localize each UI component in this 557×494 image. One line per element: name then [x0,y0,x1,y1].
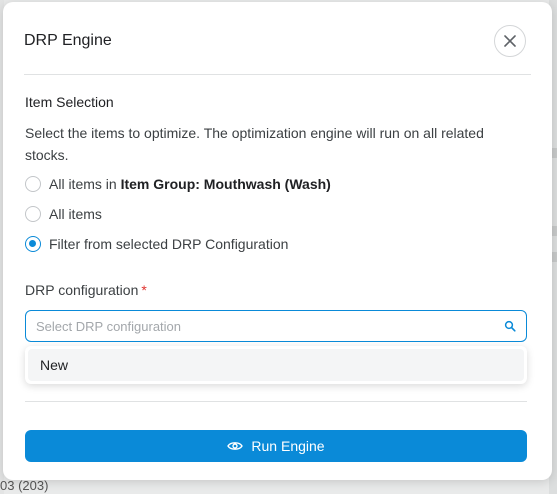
drp-configuration-dropdown: New [25,346,527,384]
item-selection-title: Item Selection [25,94,114,110]
radio-option-all-items[interactable]: All items [25,206,102,222]
select-placeholder: Select DRP configuration [36,318,182,334]
radio-button[interactable] [25,176,41,192]
modal-header: DRP Engine [24,2,531,75]
search-icon [504,320,516,332]
modal-title: DRP Engine [24,32,112,49]
close-icon [504,35,516,47]
run-engine-label: Run Engine [251,438,325,454]
radio-option-filter-drp[interactable]: Filter from selected DRP Configuration [25,236,288,252]
footer-divider [25,401,527,402]
radio-label: Filter from selected DRP Configuration [49,236,289,252]
radio-option-item-group[interactable]: All items in Item Group: Mouthwash (Wash… [25,176,331,192]
eye-icon [227,442,244,450]
drp-engine-modal: DRP Engine Item Selection Select the ite… [3,2,552,480]
run-engine-button[interactable]: Run Engine [25,430,527,462]
radio-label: All items in Item Group: Mouthwash (Wash… [49,176,331,192]
drp-configuration-select[interactable]: Select DRP configuration [25,310,527,342]
radio-label: All items [49,206,102,222]
dropdown-option-new[interactable]: New [28,349,524,381]
close-button[interactable] [494,25,526,57]
required-mark: * [141,282,147,298]
radio-button[interactable] [25,206,41,222]
item-selection-description: Select the items to optimize. The optimi… [25,125,484,163]
radio-button-checked[interactable] [25,236,41,252]
drp-configuration-label: DRP configuration * [25,282,147,298]
background-footer-text: 03 (203) [0,478,49,493]
